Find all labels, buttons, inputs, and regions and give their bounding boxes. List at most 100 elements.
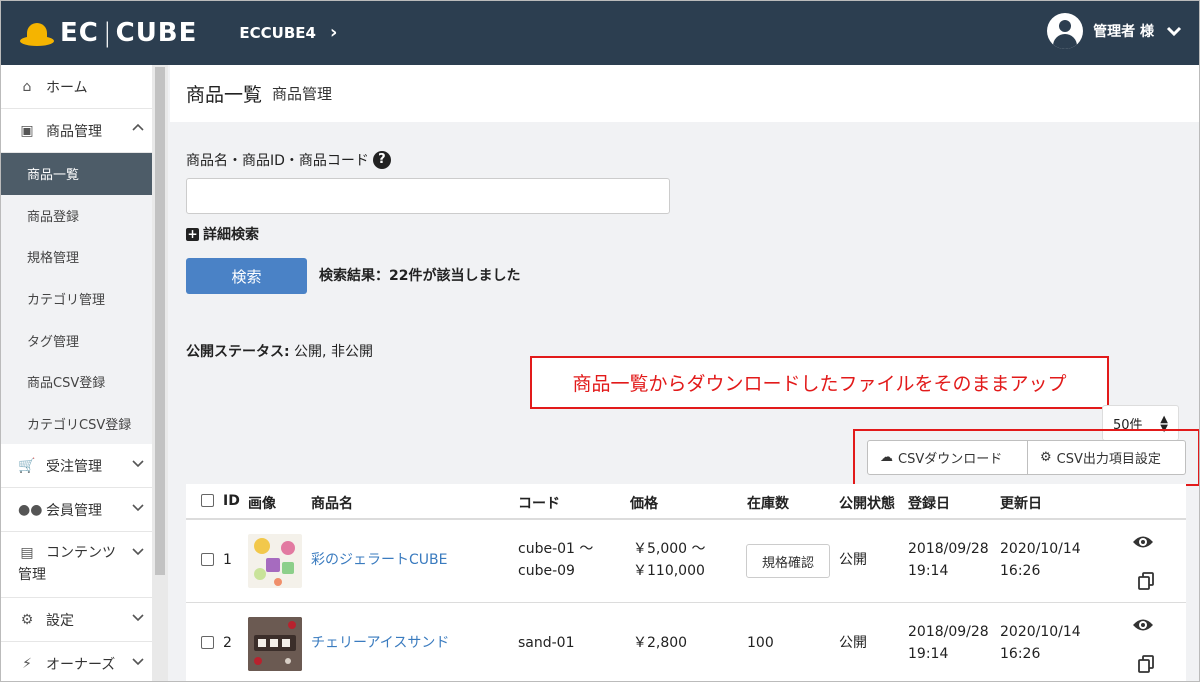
row-checkbox[interactable]	[201, 553, 214, 566]
chevron-down-icon	[132, 504, 144, 512]
row-created-time: 19:14	[908, 563, 949, 579]
copy-icon[interactable]	[1138, 655, 1154, 673]
sidebar-item-settings[interactable]: ⚙ 設定	[0, 598, 152, 643]
sidebar-item-label: 設定	[46, 612, 74, 629]
row-price: ￥5,000 ～ ￥110,000	[633, 538, 706, 582]
sidebar-item-orders[interactable]: 🛒 受注管理	[0, 444, 152, 489]
row-code-line1: cube-01 ～	[518, 541, 594, 557]
search-label: 商品名・商品ID・商品コード ?	[186, 150, 391, 170]
sidebar-subitem-product-register[interactable]: 商品登録	[0, 194, 152, 237]
row-created-date: 2018/09/28	[908, 624, 989, 640]
sidebar-item-members[interactable]: ●● 会員管理	[0, 488, 152, 533]
select-all-checkbox[interactable]	[201, 494, 214, 507]
sidebar-item-owners[interactable]: ⚡ オーナーズ	[0, 642, 152, 682]
product-thumbnail-cherry-sandwich[interactable]	[248, 617, 302, 671]
row-updated-time: 16:26	[1000, 563, 1041, 579]
chevron-down-icon[interactable]	[1166, 25, 1182, 37]
row-checkbox[interactable]	[201, 636, 214, 649]
sidebar-item-label: 受注管理	[46, 458, 102, 475]
page-title: 商品一覧	[186, 84, 263, 106]
sidebar-scrollbar[interactable]	[152, 65, 168, 682]
col-updated[interactable]: 更新日	[1000, 493, 1042, 513]
status-value: 公開, 非公開	[289, 344, 373, 360]
spec-check-button[interactable]: 規格確認	[746, 544, 830, 578]
row-code: sand-01	[518, 635, 575, 651]
sidebar-item-label: ホーム	[46, 79, 88, 96]
top-header: EC | CUBE ECCUBE4 › 管理者 様	[0, 0, 1200, 65]
table-header: ID 画像 商品名 コード 価格 在庫数 公開状態 登録日 更新日	[186, 484, 1186, 520]
advanced-search-toggle[interactable]: + 詳細検索	[186, 224, 259, 244]
search-input[interactable]	[186, 178, 670, 214]
user-menu[interactable]: 管理者 様	[1047, 13, 1182, 49]
chevron-down-icon	[132, 658, 144, 666]
row-updated-time: 16:26	[1000, 646, 1041, 662]
search-result-text: 検索結果：22件が該当しました	[319, 268, 521, 284]
col-status[interactable]: 公開状態	[839, 493, 895, 513]
col-code[interactable]: コード	[518, 493, 560, 513]
row-updated-date: 2020/10/14	[1000, 624, 1081, 640]
chevron-down-icon	[132, 460, 144, 468]
row-created-time: 19:14	[908, 646, 949, 662]
row-status: 公開	[839, 635, 867, 651]
user-avatar-icon	[1047, 13, 1084, 49]
sidebar-subitem-product-csv[interactable]: 商品CSV登録	[0, 360, 152, 403]
product-name-link[interactable]: 彩のジェラートCUBE	[311, 549, 447, 571]
user-name: 管理者 様	[1093, 24, 1154, 40]
row-price-line2: ￥110,000	[633, 563, 705, 579]
row-code: cube-01 ～ cube-09	[518, 538, 593, 582]
sidebar-subitem-category-csv[interactable]: カテゴリCSV登録	[0, 402, 152, 445]
logo-text-cube: CUBE	[115, 17, 198, 48]
sidebar-subitem-spec-manage[interactable]: 規格管理	[0, 236, 152, 278]
col-created[interactable]: 登録日	[908, 493, 950, 513]
sidebar-item-products[interactable]: ▣ 商品管理	[0, 109, 152, 153]
plus-square-icon: +	[186, 226, 199, 241]
row-code-line2: cube-09	[518, 563, 575, 579]
page-subtitle: 商品管理	[272, 85, 333, 103]
col-id[interactable]: ID	[223, 493, 240, 509]
eye-icon[interactable]	[1132, 534, 1154, 550]
chevron-down-icon	[132, 614, 144, 622]
col-image: 画像	[248, 496, 276, 512]
status-label: 公開ステータス:	[186, 344, 290, 360]
row-created-date: 2018/09/28	[908, 541, 989, 557]
annotation-callout: 商品一覧からダウンロードしたファイルをそのままアップ	[530, 356, 1109, 409]
col-name[interactable]: 商品名	[311, 493, 353, 513]
file-icon: ▤	[20, 545, 34, 562]
sidebar-item-home[interactable]: ⌂ ホーム	[0, 65, 152, 109]
home-icon: ⌂	[22, 78, 32, 95]
sidebar-item-label-line2: 管理	[18, 567, 46, 584]
search-button[interactable]: 検索	[186, 258, 307, 294]
scrollbar-thumb[interactable]	[155, 67, 165, 575]
sidebar-item-label: 商品管理	[46, 123, 102, 140]
product-name-link[interactable]: チェリーアイスサンド	[311, 632, 449, 654]
eye-icon[interactable]	[1132, 617, 1154, 633]
sidebar-item-label: 会員管理	[46, 502, 102, 519]
advanced-search-label: 詳細検索	[203, 227, 259, 243]
sidebar-subitem-product-list[interactable]: 商品一覧	[0, 153, 152, 195]
sidebar-subitem-category-manage[interactable]: カテゴリ管理	[0, 277, 152, 320]
col-stock[interactable]: 在庫数	[747, 493, 789, 513]
row-updated: 2020/10/14 16:26	[1000, 621, 1081, 665]
eccube-logo[interactable]: EC | CUBE	[20, 18, 197, 48]
logo-text-ec: EC	[60, 17, 99, 48]
row-stock: 100	[747, 635, 774, 651]
help-icon[interactable]: ?	[372, 151, 391, 169]
status-filter-summary: 公開ステータス: 公開, 非公開	[186, 341, 373, 361]
col-price[interactable]: 価格	[630, 493, 658, 513]
product-thumbnail-gelato[interactable]	[248, 534, 302, 588]
copy-icon[interactable]	[1138, 572, 1154, 590]
chevron-right-icon[interactable]: ›	[330, 22, 337, 43]
plug-icon: ⚡	[22, 655, 32, 672]
page-title-bar: 商品一覧 商品管理	[170, 65, 1200, 122]
annotation-highlight-box	[853, 429, 1200, 486]
sidebar-item-contents[interactable]: ▤ コンテンツ 管理	[0, 532, 152, 599]
gear-icon: ⚙	[20, 611, 34, 628]
sidebar-item-label: コンテンツ	[46, 545, 116, 562]
logo-separator: |	[102, 17, 112, 48]
box-icon: ▣	[20, 122, 34, 139]
sidebar-subitem-tag-manage[interactable]: タグ管理	[0, 319, 152, 361]
shop-name-link[interactable]: ECCUBE4	[239, 24, 316, 42]
row-updated-date: 2020/10/14	[1000, 541, 1081, 557]
cart-icon: 🛒	[18, 457, 36, 474]
sidebar: ⌂ ホーム ▣ 商品管理 商品一覧 商品登録 規格管理 カテゴリ管理 タグ管理 …	[0, 65, 152, 682]
